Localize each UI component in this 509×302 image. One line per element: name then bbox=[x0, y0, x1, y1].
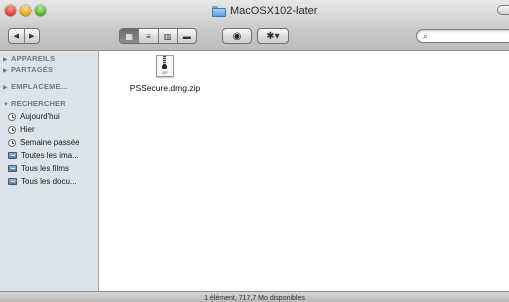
clock-icon bbox=[8, 125, 16, 134]
smart-folder-icon bbox=[8, 165, 17, 172]
sidebar-item-all-images[interactable]: Toutes les ima... bbox=[8, 150, 79, 161]
disclosure-triangle-icon[interactable]: ▶ bbox=[3, 67, 11, 74]
search-icon: ⌕ bbox=[423, 31, 429, 41]
action-menu-button[interactable]: ✱▾ bbox=[257, 28, 289, 44]
file-item[interactable]: ZIP PSSecure.dmg.zip bbox=[125, 51, 205, 93]
folder-icon bbox=[212, 5, 226, 17]
sidebar-section-shared[interactable]: ▶ PARTAGÉS bbox=[3, 65, 53, 74]
window-title: MacOSX102-later bbox=[230, 5, 318, 17]
back-forward-control: ◀ ▶ bbox=[8, 28, 40, 44]
sidebar-item-all-movies[interactable]: Tous les films bbox=[8, 163, 69, 174]
finder-window: MacOSX102-later ◀ ▶ ▦ ≡ ▥ ▬ ◉ ✱▾ ⌕ ▶ APPA… bbox=[0, 0, 509, 302]
file-browser-content[interactable]: ZIP PSSecure.dmg.zip bbox=[99, 51, 509, 291]
title-toolbar: MacOSX102-later ◀ ▶ ▦ ≡ ▥ ▬ ◉ ✱▾ ⌕ bbox=[0, 0, 509, 51]
file-name: PSSecure.dmg.zip bbox=[129, 83, 201, 93]
zip-file-icon: ZIP bbox=[156, 55, 174, 77]
clock-icon bbox=[8, 112, 16, 121]
clock-icon bbox=[8, 138, 16, 147]
sidebar-item-last-week[interactable]: Semaine passée bbox=[8, 137, 80, 148]
icon-view-button[interactable]: ▦ bbox=[120, 29, 139, 43]
close-button[interactable] bbox=[5, 5, 16, 16]
search-field[interactable]: ⌕ bbox=[416, 29, 509, 43]
disclosure-triangle-icon[interactable]: ▶ bbox=[3, 56, 11, 63]
smart-folder-icon bbox=[8, 178, 17, 185]
sidebar-section-search[interactable]: ▼ RECHERCHER bbox=[3, 99, 66, 108]
toolbar-toggle-button[interactable] bbox=[497, 5, 509, 15]
smart-folder-icon bbox=[8, 152, 17, 159]
status-bar: 1 élément, 717,7 Mo disponibles bbox=[0, 291, 509, 302]
sidebar-section-places[interactable]: ▶ EMPLACEME... bbox=[3, 82, 68, 91]
sidebar-item-all-documents[interactable]: Tous les docu... bbox=[8, 176, 77, 187]
gear-icon: ✱▾ bbox=[266, 30, 280, 42]
quicklook-button[interactable]: ◉ bbox=[222, 28, 252, 44]
back-arrow-icon[interactable]: ◀ bbox=[9, 29, 24, 43]
view-switcher: ▦ ≡ ▥ ▬ bbox=[119, 28, 197, 44]
sidebar-item-yesterday[interactable]: Hier bbox=[8, 124, 35, 135]
window-title-group: MacOSX102-later bbox=[212, 3, 317, 19]
coverflow-view-button[interactable]: ▬ bbox=[176, 29, 196, 43]
column-view-button[interactable]: ▥ bbox=[157, 29, 177, 43]
disclosure-triangle-icon[interactable]: ▼ bbox=[3, 102, 11, 108]
list-view-button[interactable]: ≡ bbox=[138, 29, 157, 43]
disclosure-triangle-icon[interactable]: ▶ bbox=[3, 84, 11, 91]
search-input[interactable] bbox=[435, 30, 509, 42]
status-text: 1 élément, 717,7 Mo disponibles bbox=[204, 295, 305, 302]
eye-icon: ◉ bbox=[232, 30, 242, 42]
forward-arrow-icon[interactable]: ▶ bbox=[24, 29, 39, 43]
zoom-button[interactable] bbox=[35, 5, 46, 16]
sidebar-item-today[interactable]: Aujourd'hui bbox=[8, 111, 60, 122]
sidebar: ▶ APPAREILS ▶ PARTAGÉS ▶ EMPLACEME... ▼ RECH… bbox=[0, 51, 99, 291]
sidebar-section-devices[interactable]: ▶ APPAREILS bbox=[3, 54, 55, 63]
minimize-button[interactable] bbox=[20, 5, 31, 16]
